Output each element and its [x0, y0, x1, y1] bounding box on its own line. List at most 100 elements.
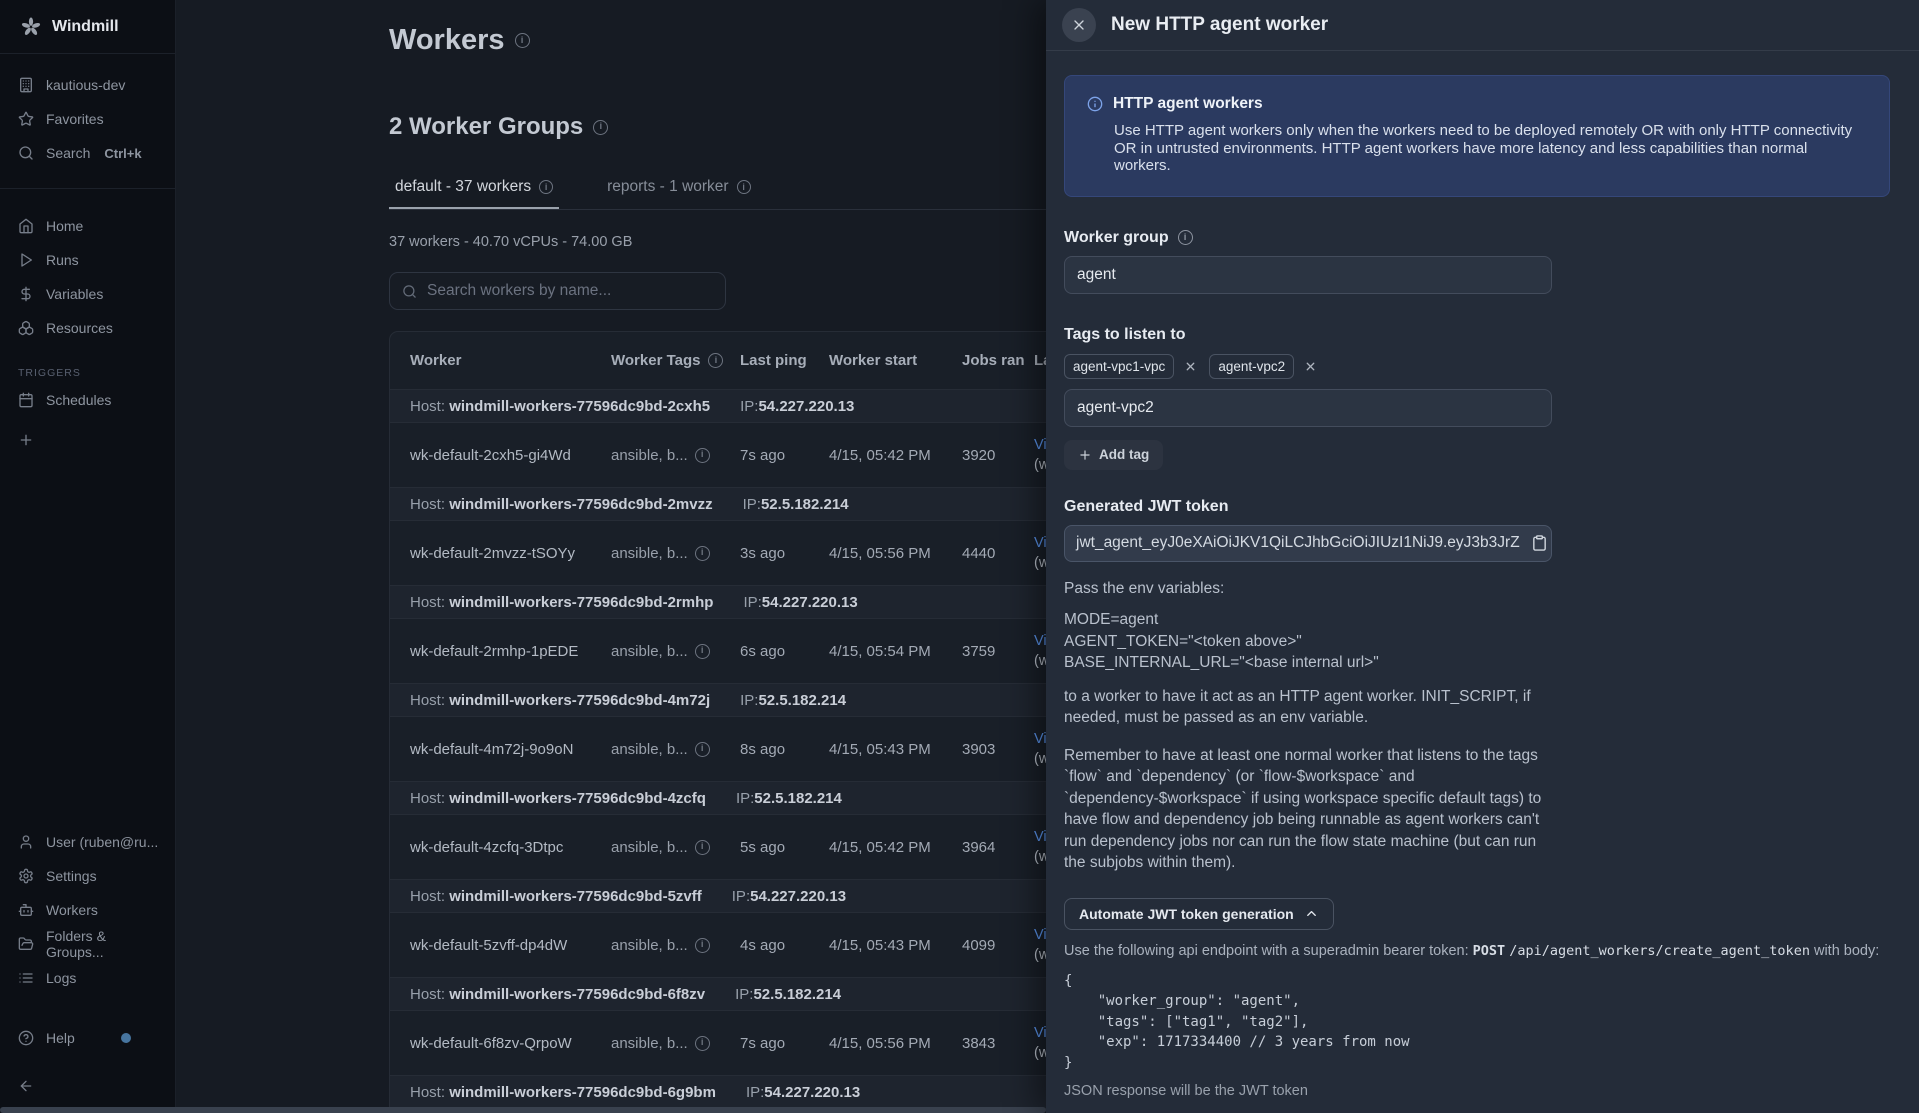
triggers-section-label: TRIGGERS: [0, 355, 175, 383]
sidebar-item-help[interactable]: Help: [0, 1021, 175, 1055]
worker-search-input[interactable]: [427, 282, 713, 300]
tab-default-group[interactable]: default - 37 workers: [389, 178, 559, 209]
horizontal-scrollbar[interactable]: [0, 1107, 1046, 1113]
variables-label: Variables: [46, 286, 103, 302]
info-box-body: Use HTTP agent workers only when the wor…: [1087, 122, 1867, 175]
close-icon: [1071, 17, 1087, 33]
remove-tag-button[interactable]: [1184, 360, 1197, 373]
info-icon[interactable]: [708, 353, 723, 368]
sidebar-item-home[interactable]: Home: [0, 209, 175, 243]
search-icon: [402, 284, 417, 299]
host-ip: 54.227.220.13: [762, 594, 858, 611]
info-icon[interactable]: [695, 742, 710, 757]
tag-pill: agent-vpc1-vpc: [1064, 354, 1174, 379]
calendar-icon: [18, 392, 34, 408]
ip-label: IP:: [735, 986, 753, 1003]
worker-tags: ansible, b...: [611, 643, 728, 660]
host-name: windmill-workers-77596dc9bd-6g9bm: [449, 1084, 716, 1101]
help-notification-dot: [121, 1033, 131, 1043]
host-name: windmill-workers-77596dc9bd-2rmhp: [449, 594, 713, 611]
info-icon[interactable]: [1178, 230, 1193, 245]
sidebar-item-settings[interactable]: Settings: [0, 859, 175, 893]
worker-jobs-ran: 3903: [962, 741, 1022, 758]
json-response-note: JSON response will be the JWT token: [1064, 1083, 1890, 1099]
automate-jwt-toggle[interactable]: Automate JWT token generation: [1064, 898, 1334, 930]
worker-last-ping: 7s ago: [740, 447, 817, 464]
sidebar-item-logs[interactable]: Logs: [0, 961, 175, 995]
sidebar-item-folders-groups[interactable]: Folders & Groups...: [0, 927, 175, 961]
drawer-body: HTTP agent workers Use HTTP agent worker…: [1046, 51, 1919, 1113]
info-icon[interactable]: [695, 448, 710, 463]
remove-tag-button[interactable]: [1304, 360, 1317, 373]
resources-label: Resources: [46, 320, 113, 336]
worker-name: wk-default-2mvzz-tSOYy: [410, 545, 599, 562]
info-icon[interactable]: [695, 938, 710, 953]
add-tag-label: Add tag: [1099, 447, 1149, 462]
sidebar-item-workers[interactable]: Workers: [0, 893, 175, 927]
sidebar-item-runs[interactable]: Runs: [0, 243, 175, 277]
host-label: Host:: [410, 398, 449, 415]
sidebar-item-schedules[interactable]: Schedules: [0, 383, 175, 417]
sidebar-item-workspace[interactable]: kautious-dev: [0, 68, 175, 102]
api-path: /api/agent_workers/create_agent_token: [1509, 943, 1810, 959]
ip-label: IP:: [736, 790, 754, 807]
info-icon[interactable]: [515, 33, 530, 48]
sidebar-add-button[interactable]: [0, 423, 175, 457]
runs-label: Runs: [46, 252, 79, 268]
worker-name: wk-default-5zvff-dp4dW: [410, 937, 599, 954]
info-icon[interactable]: [695, 1036, 710, 1051]
normal-worker-note: Remember to have at least one normal wor…: [1064, 745, 1556, 874]
collapse-sidebar-button[interactable]: [0, 1069, 175, 1103]
col-worker-start: Worker start: [829, 352, 950, 369]
ip-label: IP:: [732, 888, 750, 905]
http-agent-info-box: HTTP agent workers Use HTTP agent worker…: [1064, 75, 1890, 197]
chevron-up-icon: [1304, 906, 1319, 921]
api-method: POST: [1473, 943, 1506, 959]
worker-tags: ansible, b...: [611, 937, 728, 954]
copy-token-button[interactable]: [1531, 535, 1548, 552]
info-icon[interactable]: [695, 840, 710, 855]
info-icon[interactable]: [737, 180, 751, 194]
folder-open-icon: [18, 936, 34, 952]
host-name: windmill-workers-77596dc9bd-2mvzz: [449, 496, 712, 513]
worker-search[interactable]: [389, 272, 726, 310]
info-icon[interactable]: [593, 120, 608, 135]
col-last-ping: Last ping: [740, 352, 817, 369]
worker-tags: ansible, b...: [611, 741, 728, 758]
home-label: Home: [46, 218, 83, 234]
sidebar-item-variables[interactable]: Variables: [0, 277, 175, 311]
new-tag-input[interactable]: [1064, 389, 1552, 427]
schedules-label: Schedules: [46, 392, 111, 408]
user-icon: [18, 834, 34, 850]
sidebar-item-user[interactable]: User (ruben@ru...: [0, 825, 175, 859]
sidebar-divider: [0, 188, 175, 189]
worker-tags: ansible, b...: [611, 839, 728, 856]
worker-jobs-ran: 3843: [962, 1035, 1022, 1052]
sidebar-item-resources[interactable]: Resources: [0, 311, 175, 345]
add-tag-button[interactable]: Add tag: [1064, 440, 1163, 470]
close-drawer-button[interactable]: [1062, 8, 1096, 42]
list-icon: [18, 970, 34, 986]
settings-label: Settings: [46, 868, 97, 884]
worker-last-ping: 3s ago: [740, 545, 817, 562]
worker-last-ping: 5s ago: [740, 839, 817, 856]
host-label: Host:: [410, 986, 449, 1003]
workers-label: Workers: [46, 902, 98, 918]
worker-jobs-ran: 4099: [962, 937, 1022, 954]
worker-group-input[interactable]: [1064, 256, 1552, 294]
tag-pills: agent-vpc1-vpc agent-vpc2: [1064, 354, 1890, 379]
favorites-label: Favorites: [46, 111, 104, 127]
search-icon: [18, 145, 34, 161]
host-ip: 54.227.220.13: [764, 1084, 860, 1101]
sidebar-item-favorites[interactable]: Favorites: [0, 102, 175, 136]
info-icon[interactable]: [695, 644, 710, 659]
info-icon[interactable]: [539, 180, 553, 194]
sidebar-item-search[interactable]: Search Ctrl+k: [0, 136, 175, 170]
worker-start: 4/15, 05:42 PM: [829, 839, 950, 856]
jwt-token-value[interactable]: jwt_agent_eyJ0eXAiOiJKV1QiLCJhbGciOiJIUz…: [1064, 525, 1552, 562]
app-brand[interactable]: Windmill: [0, 0, 175, 54]
host-ip: 52.5.182.214: [753, 986, 841, 1003]
info-icon[interactable]: [695, 546, 710, 561]
host-name: windmill-workers-77596dc9bd-6f8zv: [449, 986, 705, 1003]
tab-reports-group[interactable]: reports - 1 worker: [601, 178, 756, 209]
